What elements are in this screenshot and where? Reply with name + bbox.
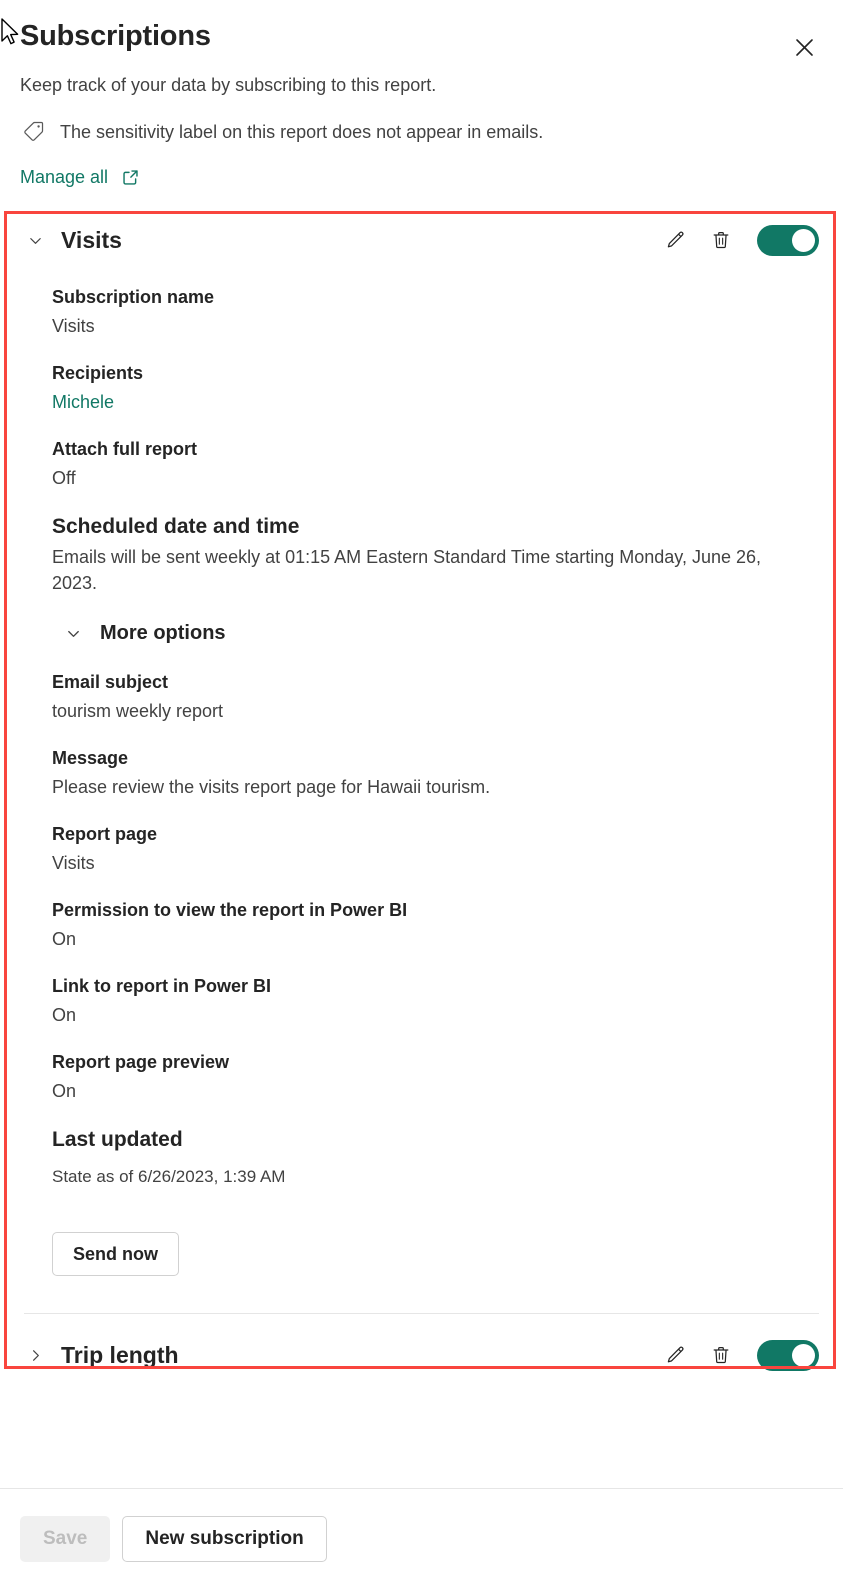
field-recipients: Recipients Michele [52,361,795,415]
pane-footer: Save New subscription [0,1488,843,1588]
chevron-down-icon[interactable] [22,227,48,253]
chevron-down-icon [62,622,84,644]
subscription-header-trip-length[interactable]: Trip length [14,1324,819,1386]
field-email-subject: Email subject tourism weekly report [52,670,795,724]
field-message: Message Please review the visits report … [52,746,795,800]
sensitivity-notice: The sensitivity label on this report doe… [0,118,843,145]
tag-icon [20,118,47,145]
subscription-list: Visits Subscription name Visits Recipien… [0,211,843,1386]
pencil-icon[interactable] [661,226,689,254]
more-options-label: More options [100,622,226,644]
field-label: Report page preview [52,1052,230,1072]
close-icon[interactable] [787,30,821,64]
manage-all-link[interactable]: Manage all [20,165,108,189]
field-value: State as of 6/26/2023, 1:39 AM [52,1167,286,1186]
new-subscription-button[interactable]: New subscription [122,1515,327,1562]
more-options-toggle[interactable]: More options [62,620,795,646]
field-report-page: Report page Visits [52,822,795,876]
field-scheduled-date-time: Scheduled date and time Emails will be s… [52,513,795,596]
field-value: Emails will be sent weekly at 01:15 AM E… [52,547,762,593]
field-value: Off [52,468,76,488]
pencil-icon[interactable] [661,1341,689,1369]
subscription-header-visits[interactable]: Visits [14,211,819,269]
chevron-right-icon[interactable] [22,1342,48,1368]
page-title: Subscriptions [20,20,211,52]
field-value: On [52,1005,77,1025]
list-divider [24,1313,819,1314]
subscription-card-visits: Visits Subscription name Visits Recipien… [0,211,843,1304]
save-button[interactable]: Save [20,1515,111,1562]
manage-all-row: Manage all [0,165,843,189]
field-label: Attach full report [52,439,198,459]
external-link-icon[interactable] [120,167,140,187]
field-label: Message [52,748,129,768]
field-last-updated: Last updated State as of 6/26/2023, 1:39… [52,1126,795,1190]
field-value: On [52,1081,77,1101]
recipient-chip[interactable]: Michele [52,389,795,415]
subscription-details: Subscription name Visits Recipients Mich… [14,269,819,1304]
trash-icon[interactable] [707,1341,735,1369]
subscription-actions [661,1339,819,1371]
field-permission-view-report: Permission to view the report in Power B… [52,898,795,952]
subscription-actions [661,224,819,256]
field-label: Last updated [52,1128,183,1151]
toggle-knob [792,1343,815,1367]
field-value: On [52,929,77,949]
field-value: Visits [52,853,95,873]
trash-icon[interactable] [707,226,735,254]
subscriptions-pane: Subscriptions Keep track of your data by… [0,0,843,1588]
field-value: Visits [52,316,95,336]
toggle-knob [792,228,815,252]
sensitivity-label-text: The sensitivity label on this report doe… [60,121,544,142]
field-attach-full-report: Attach full report Off [52,437,795,491]
field-label: Email subject [52,672,169,692]
field-subscription-name: Subscription name Visits [52,285,795,339]
field-label: Subscription name [52,287,215,307]
field-label: Report page [52,824,158,844]
field-label: Scheduled date and time [52,515,300,538]
field-label: Recipients [52,363,144,383]
field-link-to-report: Link to report in Power BI On [52,974,795,1028]
field-value: Please review the visits report page for… [52,777,491,797]
send-now-button[interactable]: Send now [52,1232,179,1276]
field-label: Permission to view the report in Power B… [52,900,408,920]
subscription-title: Trip length [61,1342,179,1368]
field-report-page-preview: Report page preview On [52,1050,795,1104]
field-value: tourism weekly report [52,701,224,721]
pane-header: Subscriptions [0,0,843,56]
subscription-card-trip-length: Trip length [0,1324,843,1386]
field-label: Link to report in Power BI [52,976,272,996]
subscription-title: Visits [61,227,122,253]
subscription-toggle[interactable] [757,224,819,256]
pane-description: Keep track of your data by subscribing t… [20,75,437,95]
subscription-toggle[interactable] [757,1339,819,1371]
